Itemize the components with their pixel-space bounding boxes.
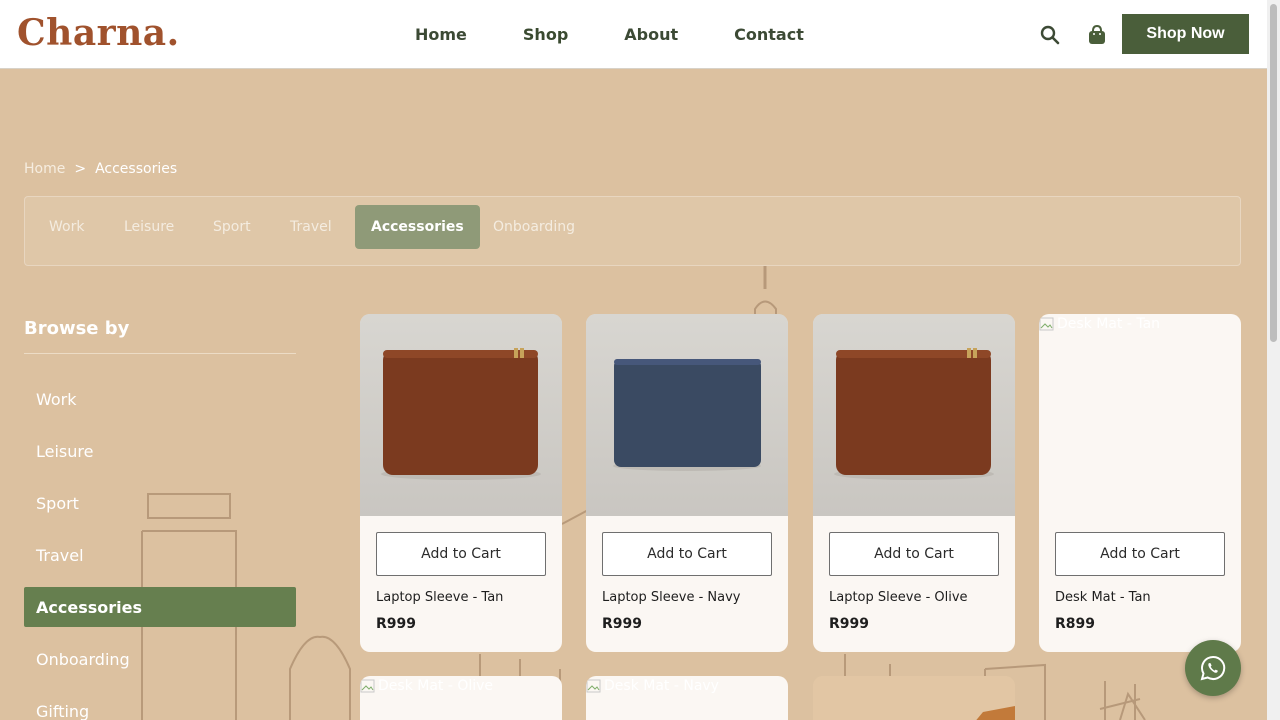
product-price: R999 xyxy=(376,616,417,632)
add-to-cart-button[interactable]: Add to Cart xyxy=(602,532,772,576)
product-name[interactable]: Laptop Sleeve - Navy xyxy=(602,590,740,605)
product-card[interactable]: Add to Cart Laptop Sleeve - Tan R999 xyxy=(360,314,562,652)
image-alt-text: Desk Mat - Navy xyxy=(604,678,719,694)
product-name[interactable]: Laptop Sleeve - Olive xyxy=(829,590,968,605)
site-header: Charna. Home Shop About Contact Shop Now xyxy=(0,0,1267,69)
tab-accessories[interactable]: Accessories xyxy=(355,205,480,249)
image-alt-text: Desk Mat - Tan xyxy=(1057,316,1161,332)
tab-work[interactable]: Work xyxy=(33,205,100,249)
product-image[interactable] xyxy=(813,676,1015,720)
search-icon[interactable] xyxy=(1038,23,1062,47)
nav-shop[interactable]: Shop xyxy=(523,25,568,44)
product-card[interactable]: Desk Mat - Tan Add to Cart Desk Mat - Ta… xyxy=(1039,314,1241,652)
product-price: R999 xyxy=(829,616,870,632)
shopping-bag-icon[interactable] xyxy=(1085,23,1109,47)
sidebar-divider xyxy=(24,353,296,354)
product-price: R899 xyxy=(1055,616,1096,632)
nav-about[interactable]: About xyxy=(624,25,678,44)
tab-travel[interactable]: Travel xyxy=(274,205,348,249)
tab-sport[interactable]: Sport xyxy=(197,205,267,249)
shop-now-button[interactable]: Shop Now xyxy=(1122,14,1249,54)
product-card[interactable]: Desk Mat - Olive xyxy=(360,676,562,720)
sidebar-item-sport[interactable]: Sport xyxy=(24,483,296,523)
product-image[interactable] xyxy=(813,314,1015,516)
breadcrumb-home[interactable]: Home xyxy=(24,161,65,177)
product-price: R999 xyxy=(602,616,643,632)
product-image[interactable]: Desk Mat - Tan xyxy=(1039,314,1241,516)
broken-image-icon: Desk Mat - Navy xyxy=(586,678,719,694)
nav-home[interactable]: Home xyxy=(415,25,467,44)
product-image[interactable] xyxy=(360,314,562,516)
sidebar-title: Browse by xyxy=(24,318,130,339)
sidebar-item-work[interactable]: Work xyxy=(24,379,296,419)
product-card[interactable]: Desk Mat - Navy xyxy=(586,676,788,720)
page-scrollbar[interactable] xyxy=(1267,0,1280,720)
product-image[interactable] xyxy=(586,314,788,516)
tab-leisure[interactable]: Leisure xyxy=(108,205,190,249)
product-name[interactable]: Laptop Sleeve - Tan xyxy=(376,590,503,605)
product-name[interactable]: Desk Mat - Tan xyxy=(1055,590,1151,605)
brand-logo[interactable]: Charna. xyxy=(17,12,180,54)
breadcrumb-separator: > xyxy=(74,161,87,177)
product-card[interactable] xyxy=(813,676,1015,720)
add-to-cart-button[interactable]: Add to Cart xyxy=(829,532,999,576)
product-card[interactable]: Add to Cart Laptop Sleeve - Olive R999 xyxy=(813,314,1015,652)
image-alt-text: Desk Mat - Olive xyxy=(378,678,494,694)
whatsapp-icon[interactable] xyxy=(1185,640,1241,696)
nav-contact[interactable]: Contact xyxy=(734,25,804,44)
breadcrumb-current: Accessories xyxy=(95,161,178,177)
sidebar-item-travel[interactable]: Travel xyxy=(24,535,296,575)
sidebar-item-onboarding[interactable]: Onboarding xyxy=(24,639,296,679)
product-card[interactable]: Add to Cart Laptop Sleeve - Navy R999 xyxy=(586,314,788,652)
breadcrumb: Home > Accessories xyxy=(24,161,177,177)
tab-onboarding[interactable]: Onboarding xyxy=(477,205,591,249)
add-to-cart-button[interactable]: Add to Cart xyxy=(1055,532,1225,576)
category-tab-bar: Work Leisure Sport Travel Accessories On… xyxy=(24,196,1241,266)
sidebar-item-gifting[interactable]: Gifting xyxy=(24,691,296,720)
broken-image-icon: Desk Mat - Tan xyxy=(1039,316,1160,332)
sidebar-item-leisure[interactable]: Leisure xyxy=(24,431,296,471)
scrollbar-thumb[interactable] xyxy=(1270,4,1277,342)
sidebar-item-accessories[interactable]: Accessories xyxy=(24,587,296,627)
broken-image-icon: Desk Mat - Olive xyxy=(360,678,493,694)
add-to-cart-button[interactable]: Add to Cart xyxy=(376,532,546,576)
main-nav: Home Shop About Contact xyxy=(415,0,860,69)
